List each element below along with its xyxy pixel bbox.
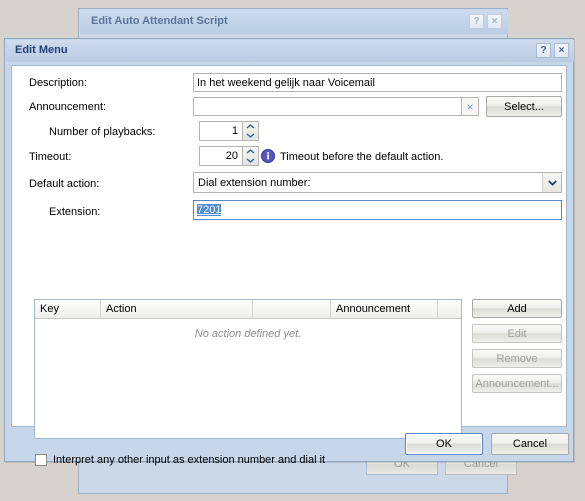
dialog-title: Edit Menu <box>15 44 68 56</box>
actions-table[interactable]: Key Action Announcement No action define… <box>34 299 462 439</box>
select-announcement-button[interactable]: Select... <box>486 96 562 117</box>
playbacks-stepper-up[interactable] <box>243 122 258 131</box>
default-action-select[interactable]: Dial extension number: <box>193 172 562 193</box>
dialog-window-buttons: ? × <box>536 43 569 58</box>
edit-action-button[interactable]: Edit <box>472 324 562 343</box>
announcement-input[interactable] <box>193 97 462 116</box>
playbacks-value: 1 <box>231 125 238 137</box>
close-icon: × <box>487 14 502 29</box>
remove-action-button[interactable]: Remove <box>472 349 562 368</box>
background-dialog-title: Edit Auto Attendant Script <box>91 15 228 27</box>
help-icon[interactable]: ? <box>536 43 551 58</box>
background-dialog-titlebar: Edit Auto Attendant Script ? × <box>80 10 508 34</box>
edit-menu-dialog: Edit Menu ? × Description: In het weeken… <box>4 38 575 466</box>
ok-button[interactable]: OK <box>405 433 483 455</box>
extension-input-value: 7201 <box>197 204 222 216</box>
timeout-hint: Timeout before the default action. <box>280 151 444 163</box>
add-action-button[interactable]: Add <box>472 299 562 318</box>
column-header-blank-1[interactable] <box>253 300 331 319</box>
screen: Edit Auto Attendant Script ? × OK Cancel… <box>0 0 585 501</box>
timeout-stepper-up[interactable] <box>243 147 258 156</box>
playbacks-stepper[interactable] <box>243 121 259 141</box>
actions-table-empty-message: No action defined yet. <box>194 328 302 340</box>
timeout-value: 20 <box>225 150 238 162</box>
timeout-stepper-down[interactable] <box>243 156 258 165</box>
timeout-stepper[interactable] <box>243 146 259 166</box>
chevron-down-icon[interactable] <box>542 173 561 192</box>
dialog-footer: OK Cancel <box>5 433 575 461</box>
background-dialog-window-buttons: ? × <box>469 14 502 29</box>
help-icon: ? <box>469 14 484 29</box>
timeout-label: Timeout: <box>29 151 72 163</box>
playbacks-input[interactable]: 1 <box>199 121 243 141</box>
description-input[interactable]: In het weekend gelijk naar Voicemail <box>193 73 562 92</box>
column-header-action[interactable]: Action <box>101 300 253 319</box>
timeout-input[interactable]: 20 <box>199 146 243 166</box>
extension-input[interactable]: 7201 <box>193 200 562 220</box>
actions-table-header: Key Action Announcement <box>35 300 461 319</box>
playbacks-stepper-down[interactable] <box>243 131 258 140</box>
close-icon[interactable]: × <box>554 43 569 58</box>
dialog-body: Description: In het weekend gelijk naar … <box>11 65 567 466</box>
cancel-button[interactable]: Cancel <box>491 433 569 455</box>
description-input-value: In het weekend gelijk naar Voicemail <box>197 76 375 89</box>
column-header-key[interactable]: Key <box>35 300 101 319</box>
info-icon <box>261 149 275 163</box>
clear-announcement-icon[interactable]: × <box>462 97 479 116</box>
column-header-blank-2[interactable] <box>438 300 461 319</box>
default-action-value: Dial extension number: <box>198 176 311 189</box>
extension-label: Extension: <box>49 206 101 218</box>
playbacks-label: Number of playbacks: <box>49 126 156 138</box>
column-header-announcement[interactable]: Announcement <box>331 300 438 319</box>
description-label: Description: <box>29 77 88 89</box>
announcement-label: Announcement: <box>29 101 107 113</box>
action-announcement-button[interactable]: Announcement... <box>472 374 562 393</box>
dialog-titlebar[interactable]: Edit Menu ? × <box>6 40 574 62</box>
default-action-label: Default action: <box>29 178 100 190</box>
